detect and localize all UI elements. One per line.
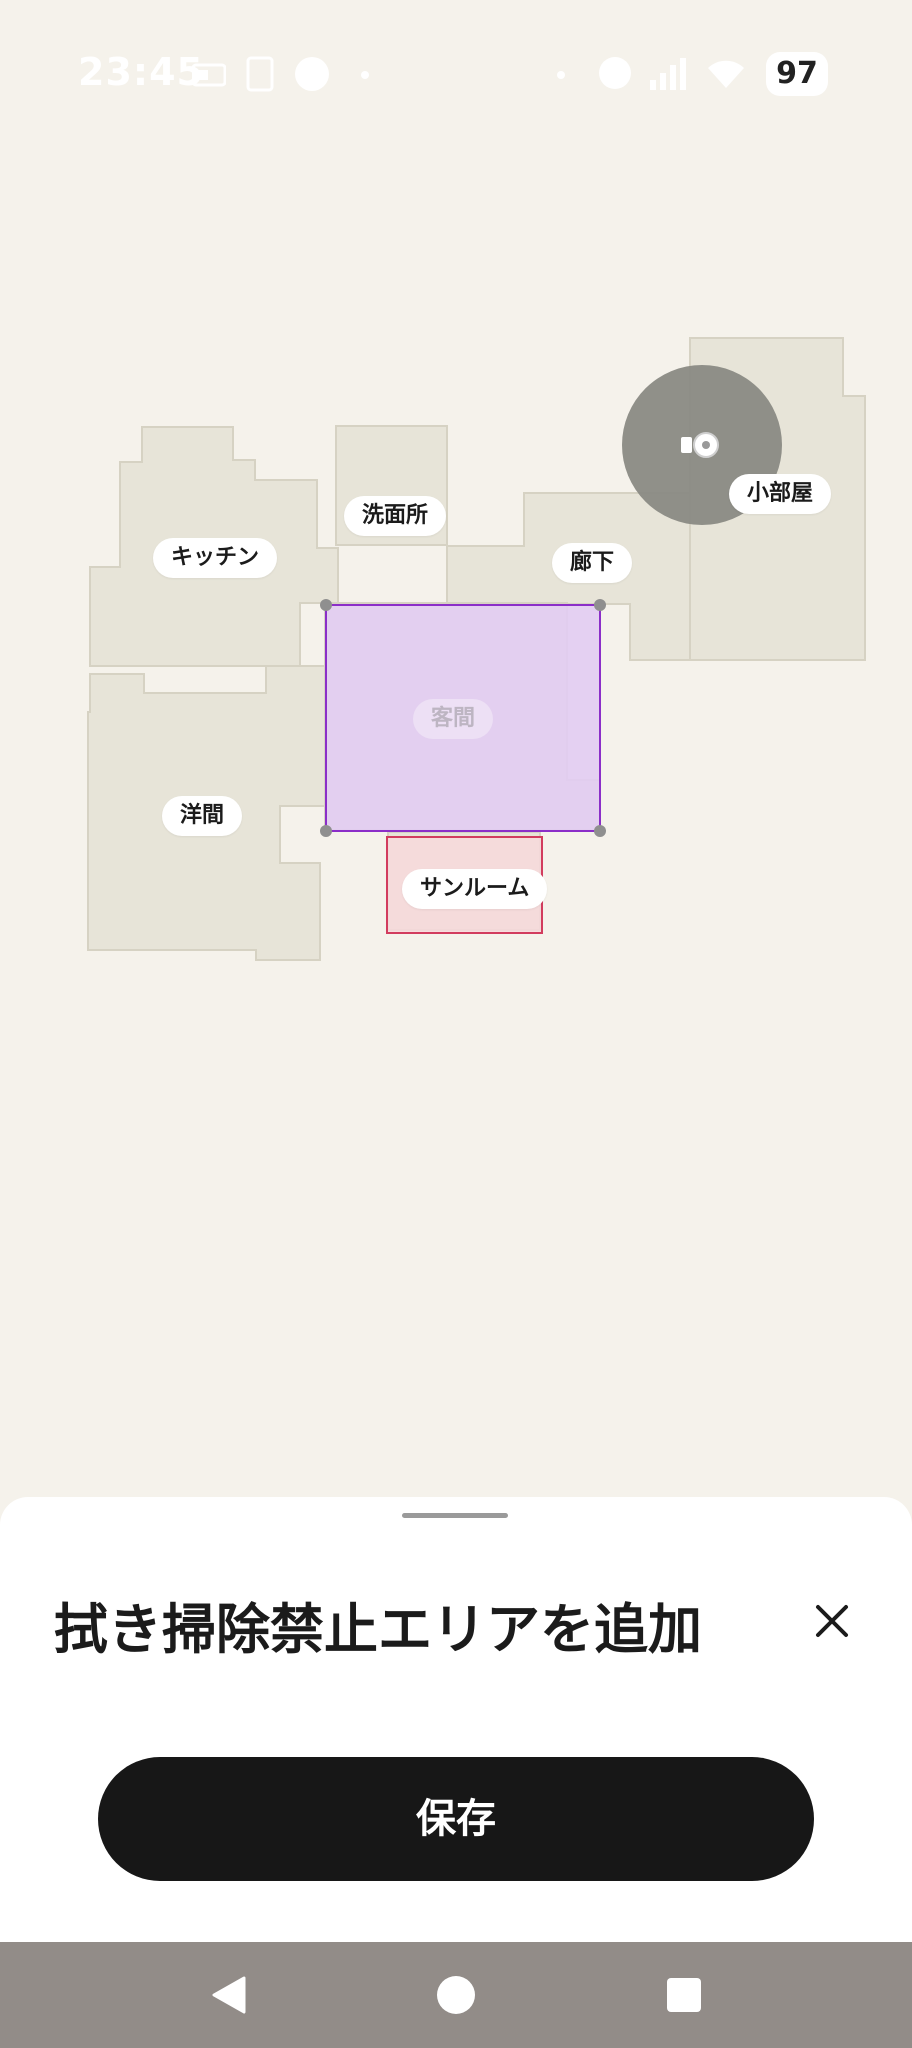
signal-icon (650, 58, 686, 90)
zone-handle-bottom-left (320, 825, 332, 837)
sim-card-icon (192, 63, 226, 87)
home-icon[interactable] (433, 1972, 479, 2018)
dot-icon (557, 71, 565, 79)
zone-handle-top-left (320, 599, 332, 611)
close-icon (816, 1605, 848, 1637)
zone-handle-bottom-right (594, 825, 606, 837)
save-button[interactable]: 保存 (98, 1757, 814, 1881)
room-label-washroom[interactable]: 洗面所 (344, 496, 447, 536)
floor-plan (87, 337, 866, 961)
status-time: 23:45 (78, 50, 204, 94)
room-label-western-room[interactable]: 洋間 (162, 796, 243, 836)
room-label-hallway[interactable]: 廊下 (552, 543, 633, 583)
wifi-icon (708, 60, 744, 88)
status-bar: 23:45 97 (0, 0, 912, 150)
room-label-guest-room[interactable]: 客間 (413, 699, 494, 739)
sheet-title: 拭き掃除禁止エリアを追加 (54, 1598, 702, 1661)
back-icon[interactable] (206, 1972, 252, 2018)
bottom-sheet: 拭き掃除禁止エリアを追加 保存 (0, 1497, 912, 1942)
screen: キッチン 洗面所 廊下 小部屋 客間 洋間 サンルーム 23:45 97 拭き掃… (0, 0, 912, 2048)
tablet-icon (246, 56, 274, 92)
system-nav-bar (0, 1942, 912, 2048)
robot-icon (693, 432, 719, 458)
dock-icon (681, 437, 692, 453)
room-label-kitchen[interactable]: キッチン (153, 538, 278, 578)
room-label-sunroom[interactable]: サンルーム (402, 869, 548, 909)
zone-handle-top-right (594, 599, 606, 611)
recents-icon[interactable] (661, 1972, 707, 2018)
minus-circle-icon (599, 57, 631, 89)
battery-level: 97 (766, 52, 828, 96)
sheet-drag-handle[interactable] (402, 1513, 508, 1518)
circle-app-icon (295, 57, 329, 91)
dot-icon (361, 71, 369, 79)
room-label-small-room[interactable]: 小部屋 (729, 474, 832, 514)
close-button[interactable] (800, 1589, 864, 1653)
floor-map[interactable]: キッチン 洗面所 廊下 小部屋 客間 洋間 サンルーム (0, 0, 912, 1500)
